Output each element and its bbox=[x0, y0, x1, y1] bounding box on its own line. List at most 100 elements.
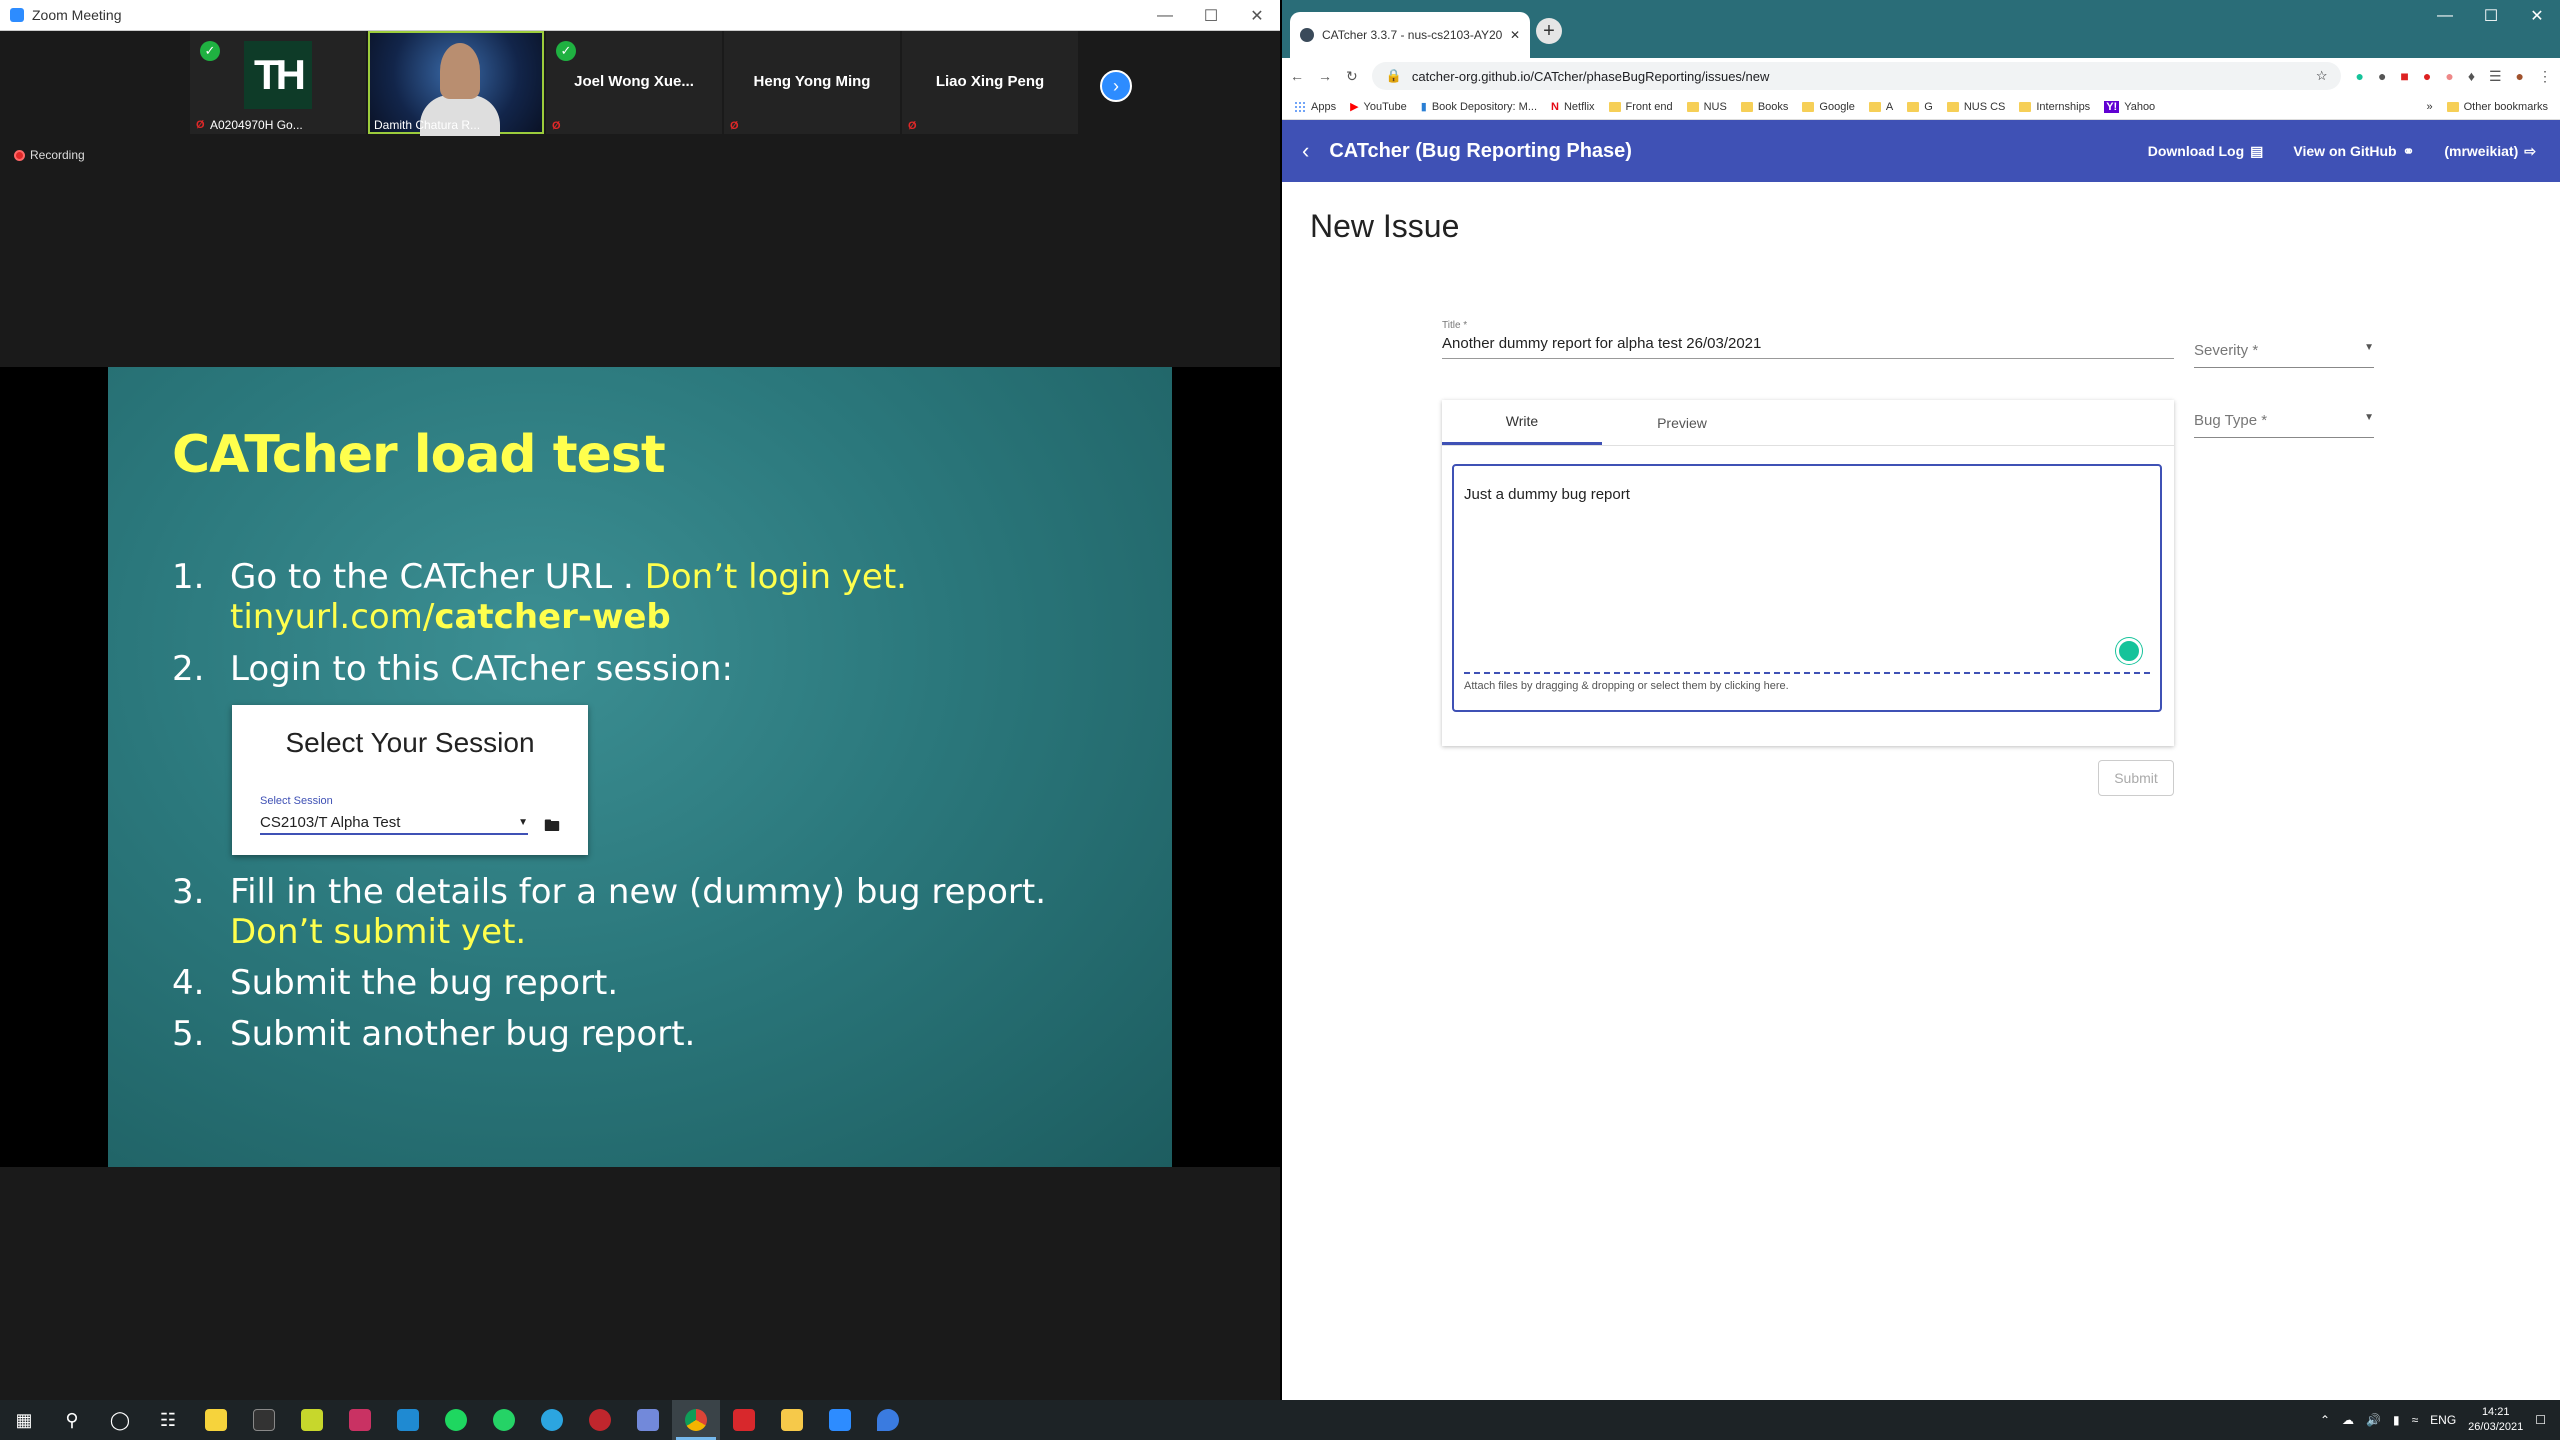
back-arrow-icon[interactable]: ← bbox=[1290, 68, 1304, 84]
extension-grammarly-icon[interactable]: ● bbox=[2355, 68, 2363, 84]
bookmark-folder[interactable]: Books bbox=[1740, 101, 1788, 113]
bookmark-book-depository[interactable]: ▮ Book Depository: M... bbox=[1421, 100, 1537, 114]
download-log-button[interactable]: Download Log ▤ bbox=[2148, 143, 2264, 160]
participant-tile[interactable]: ✓ Joel Wong Xue... Ø bbox=[546, 31, 722, 134]
spotify-icon[interactable] bbox=[432, 1400, 480, 1440]
extension-record-icon[interactable]: ● bbox=[2423, 68, 2431, 84]
clock-time: 14:21 bbox=[2481, 1406, 2510, 1418]
pycharm-icon[interactable] bbox=[288, 1400, 336, 1440]
bookmark-youtube[interactable]: ▶ YouTube bbox=[1350, 100, 1407, 114]
participant-tile[interactable]: Heng Yong Ming Ø bbox=[724, 31, 900, 134]
zoom-icon[interactable] bbox=[816, 1400, 864, 1440]
session-select-card: Select Your Session Select Session CS210… bbox=[232, 705, 588, 855]
bookmark-label: Apps bbox=[1311, 100, 1337, 113]
other-bookmarks[interactable]: Other bookmarks bbox=[2446, 101, 2548, 113]
intellij-icon[interactable] bbox=[336, 1400, 384, 1440]
maximize-icon[interactable]: ☐ bbox=[2468, 0, 2514, 31]
app-red-icon[interactable] bbox=[576, 1400, 624, 1440]
chrome-icon[interactable] bbox=[672, 1400, 720, 1440]
avatar: TH bbox=[244, 41, 312, 109]
show-hidden-icons-chevron-icon[interactable]: ⌃ bbox=[2320, 1413, 2330, 1427]
chevron-right-icon[interactable]: › bbox=[1100, 70, 1132, 102]
file-explorer-icon[interactable] bbox=[768, 1400, 816, 1440]
bookmark-folder[interactable]: Google bbox=[1802, 101, 1855, 113]
vscode-icon[interactable] bbox=[384, 1400, 432, 1440]
reading-list-icon[interactable]: ☰ bbox=[2489, 68, 2502, 85]
title-input[interactable]: Another dummy report for alpha test 26/0… bbox=[1442, 335, 2174, 359]
discord-icon[interactable] bbox=[624, 1400, 672, 1440]
bookmark-label: A bbox=[1885, 100, 1894, 113]
view-on-github-label: View on GitHub bbox=[2293, 143, 2397, 159]
kebab-menu-icon[interactable]: ⋮ bbox=[2538, 68, 2552, 85]
volume-icon[interactable]: 🔊 bbox=[2366, 1413, 2381, 1427]
close-tab-icon[interactable]: ✕ bbox=[1510, 28, 1520, 42]
battery-icon[interactable]: ▮ bbox=[2393, 1413, 2400, 1427]
extension-icon[interactable]: ● bbox=[2378, 68, 2386, 84]
bookmark-folder[interactable]: Front end bbox=[1608, 101, 1673, 113]
reload-icon[interactable]: ↻ bbox=[1346, 68, 1358, 85]
logout-button[interactable]: (mrweikiat) ⇨ bbox=[2444, 143, 2536, 160]
bookmark-folder[interactable]: Internships bbox=[2019, 101, 2090, 113]
new-tab-button[interactable]: + bbox=[1536, 18, 1562, 44]
bug-type-select[interactable]: Bug Type * ▼ bbox=[2194, 412, 2374, 438]
bookmark-folder[interactable]: G bbox=[1907, 101, 1933, 113]
sticky-notes-icon[interactable] bbox=[192, 1400, 240, 1440]
search-icon[interactable]: ⚲ bbox=[48, 1400, 96, 1440]
bookmark-folder[interactable]: NUS CS bbox=[1946, 100, 2006, 113]
onedrive-icon[interactable]: ☁ bbox=[2342, 1413, 2354, 1427]
terminal-icon[interactable] bbox=[240, 1400, 288, 1440]
extension-color-icon[interactable]: ● bbox=[2445, 68, 2453, 84]
bookmark-yahoo[interactable]: Y! Yahoo bbox=[2104, 100, 2155, 113]
bookmark-netflix[interactable]: N Netflix bbox=[1551, 101, 1595, 113]
page-title: New Issue bbox=[1310, 208, 1460, 244]
minimize-icon[interactable]: — bbox=[2422, 0, 2468, 31]
system-tray: ⌃ ☁ 🔊 ▮ ≈ ENG 14:21 26/03/2021 ☐ bbox=[2320, 1400, 2560, 1440]
puzzle-icon[interactable]: ♦ bbox=[2468, 68, 2475, 84]
minimize-icon[interactable]: — bbox=[1142, 0, 1188, 31]
bookmark-folder[interactable]: NUS bbox=[1686, 101, 1727, 113]
notifications-icon[interactable]: ☐ bbox=[2535, 1413, 2546, 1427]
participant-tile-active-speaker[interactable]: Damith Chatura R... bbox=[368, 31, 544, 136]
submit-button[interactable]: Submit bbox=[2098, 760, 2174, 796]
more-bookmarks-chevron-icon[interactable]: » bbox=[2427, 101, 2433, 113]
description-editor: Write Preview Just a dummy bug report At… bbox=[1442, 400, 2174, 746]
close-icon[interactable]: ✕ bbox=[2514, 0, 2560, 31]
maps-icon[interactable] bbox=[864, 1400, 912, 1440]
attach-files-dropzone[interactable]: Attach files by dragging & dropping or s… bbox=[1464, 672, 2150, 692]
participant-label: A0204970H Go... bbox=[210, 118, 303, 132]
extension-red-icon[interactable]: ■ bbox=[2400, 68, 2408, 84]
maximize-icon[interactable]: ☐ bbox=[1188, 0, 1234, 31]
cortana-icon[interactable]: ◯ bbox=[96, 1400, 144, 1440]
task-view-icon[interactable]: ☷ bbox=[144, 1400, 192, 1440]
folder-icon bbox=[1907, 101, 1920, 112]
wifi-icon[interactable]: ≈ bbox=[2412, 1413, 2419, 1427]
profile-avatar[interactable]: ● bbox=[2516, 68, 2524, 84]
slide-item-5: 5. Submit another bug report. bbox=[172, 1014, 695, 1054]
view-on-github-button[interactable]: View on GitHub ⚭ bbox=[2293, 143, 2414, 160]
back-arrow-icon[interactable]: ‹ bbox=[1302, 138, 1309, 164]
grammarly-icon[interactable] bbox=[2116, 638, 2142, 664]
description-textarea[interactable]: Just a dummy bug report Attach files by … bbox=[1452, 464, 2162, 712]
language-indicator[interactable]: ENG bbox=[2430, 1413, 2456, 1427]
tab-preview[interactable]: Preview bbox=[1602, 400, 1762, 445]
browser-tab[interactable]: CATcher 3.3.7 - nus-cs2103-AY20 ✕ bbox=[1290, 12, 1530, 58]
tab-write[interactable]: Write bbox=[1442, 400, 1602, 445]
star-icon[interactable]: ☆ bbox=[2316, 68, 2328, 84]
whatsapp-icon[interactable] bbox=[480, 1400, 528, 1440]
participant-tile[interactable]: Liao Xing Peng Ø bbox=[902, 31, 1078, 134]
bookmark-folder[interactable]: A bbox=[1868, 100, 1894, 113]
clock[interactable]: 14:21 26/03/2021 bbox=[2468, 1405, 2523, 1435]
participant-label-row: Ø A0204970H Go... bbox=[196, 118, 303, 132]
bookmark-label: NUS CS bbox=[1963, 100, 2006, 113]
participant-tile[interactable]: ✓ TH Ø A0204970H Go... bbox=[190, 31, 366, 134]
title-field[interactable]: Title * Another dummy report for alpha t… bbox=[1442, 320, 2174, 359]
close-icon[interactable]: ✕ bbox=[1234, 0, 1280, 31]
severity-select[interactable]: Severity * ▼ bbox=[2194, 342, 2374, 368]
telegram-icon[interactable] bbox=[528, 1400, 576, 1440]
address-bar[interactable]: 🔒 catcher-org.github.io/CATcher/phaseBug… bbox=[1371, 62, 2342, 90]
bookmark-apps[interactable]: Apps bbox=[1294, 100, 1337, 113]
acrobat-icon[interactable] bbox=[720, 1400, 768, 1440]
windows-start-icon[interactable]: ▦ bbox=[0, 1400, 48, 1440]
slide-item-3: 3. Fill in the details for a new (dummy) … bbox=[172, 872, 1046, 912]
forward-arrow-icon[interactable]: → bbox=[1318, 68, 1332, 84]
